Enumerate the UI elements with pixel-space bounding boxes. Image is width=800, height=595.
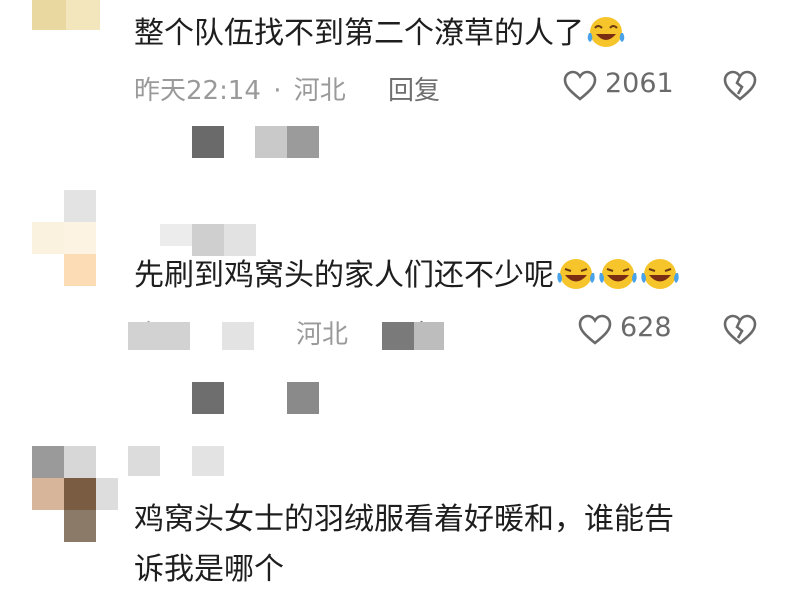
heart-outline-icon (563, 70, 597, 101)
comment-2-text: 先刷到鸡窝头的家人们还不少呢 (134, 254, 680, 298)
redacted-block (192, 446, 224, 476)
broken-heart-icon[interactable] (723, 314, 757, 346)
comment-1-meta: 昨天22:14 · 河北 (134, 70, 346, 107)
redacted-block (414, 322, 444, 350)
redacted-block (222, 322, 254, 350)
redacted-block (128, 446, 160, 476)
heart-outline-icon (578, 314, 612, 345)
broken-heart-icon[interactable] (723, 70, 757, 102)
avatar-3[interactable] (32, 446, 96, 542)
laughing-tears-emoji-icon (587, 17, 625, 47)
redacted-block (192, 126, 224, 158)
comment-2-like-count: 628 (620, 312, 672, 343)
comment-2-location: 河北 (296, 320, 349, 350)
redacted-block (192, 382, 224, 414)
comment-1-time: 昨天22:14 (134, 76, 261, 106)
comment-3-text-line-1: 鸡窝头女士的羽绒服看着好暖和，谁能告 (134, 502, 674, 537)
comment-1-like-count: 2061 (605, 68, 674, 99)
comment-1-location: 河北 (293, 76, 346, 106)
comment-1-separator: · (273, 76, 282, 106)
redacted-block (192, 224, 224, 256)
comment-3-text-line-2: 诉我是哪个 (134, 552, 284, 587)
redacted-block (160, 224, 192, 246)
laughing-tears-emoji-icon (599, 259, 637, 289)
avatar-2[interactable] (32, 190, 96, 286)
redacted-block (255, 126, 287, 158)
redacted-block (96, 478, 118, 510)
avatar-1[interactable] (32, 0, 100, 30)
comment-1-reply-button[interactable]: 回复 (388, 70, 440, 107)
redacted-block (287, 382, 319, 414)
redacted-block (224, 224, 256, 256)
comment-1-like-button[interactable]: 2061 (563, 66, 674, 106)
redacted-block (382, 322, 414, 350)
laughing-tears-emoji-icon (641, 259, 679, 289)
comment-1-text: 整个队伍找不到第二个潦草的人了 (134, 12, 626, 56)
comment-2-like-button[interactable]: 628 (578, 310, 678, 350)
laughing-tears-emoji-icon (557, 259, 595, 289)
redacted-block (128, 322, 190, 350)
redacted-block (287, 126, 319, 158)
